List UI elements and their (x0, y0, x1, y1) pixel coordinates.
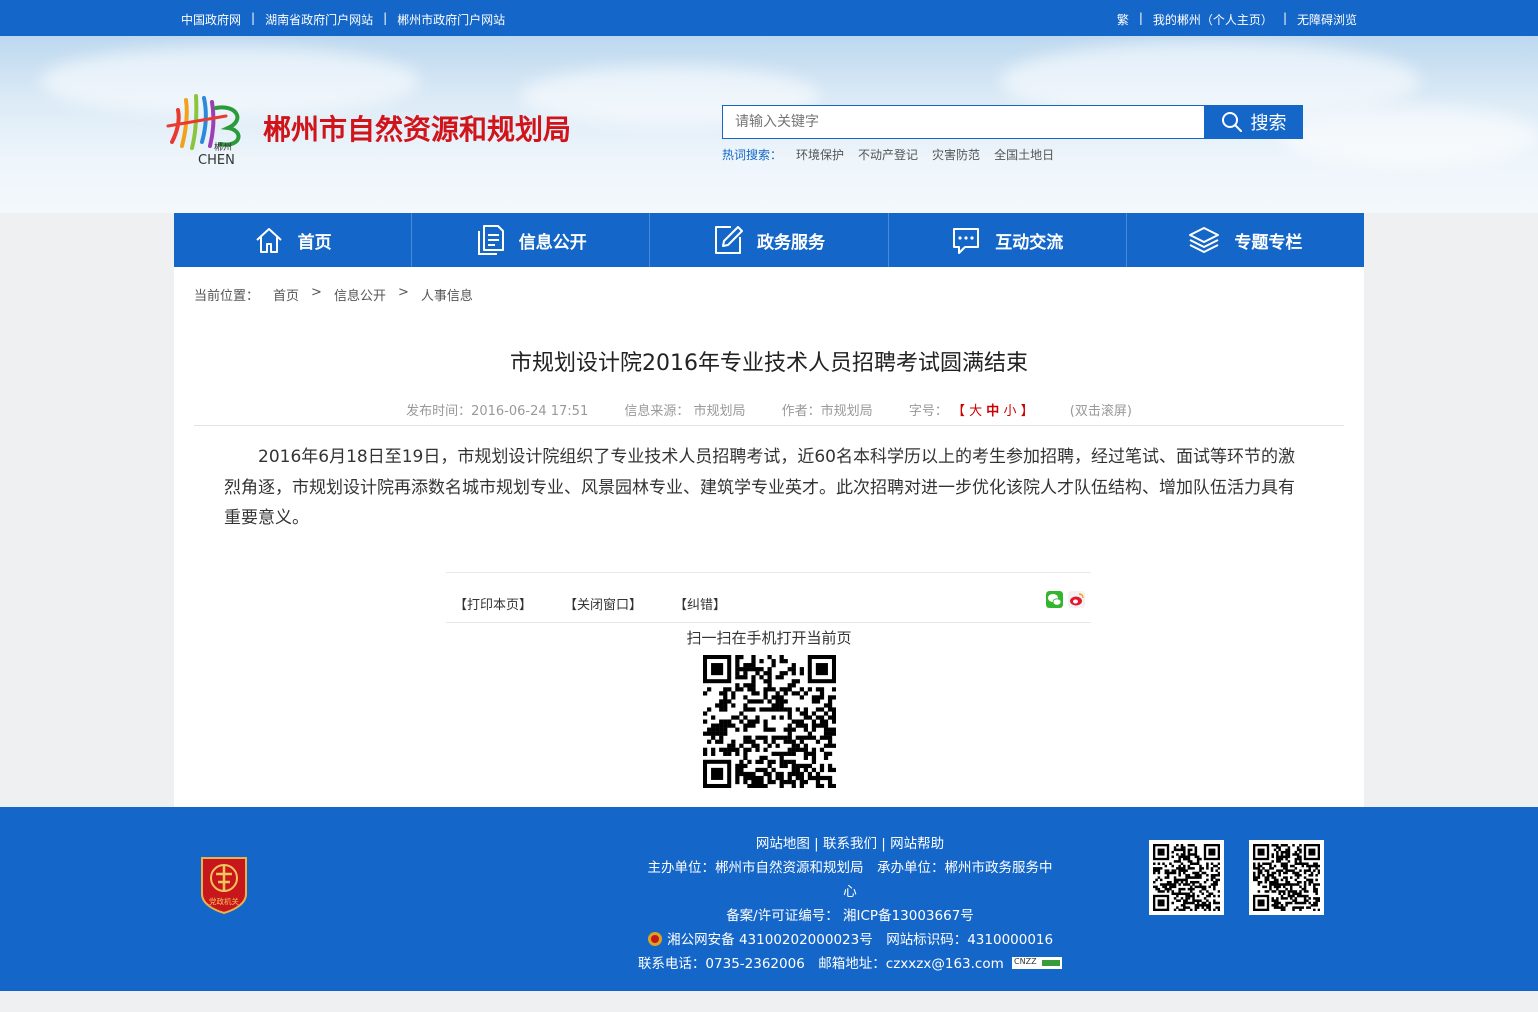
chat-icon (953, 228, 980, 254)
hot-word[interactable]: 全国土地日 (994, 146, 1054, 163)
link-china-gov[interactable]: 中国政府网 (181, 11, 241, 28)
font-medium-button[interactable]: 中 (986, 404, 999, 419)
link-traditional-chinese[interactable]: 繁 (1117, 11, 1129, 28)
print-button[interactable]: 【打印本页】 (454, 594, 532, 613)
svg-text:党政机关: 党政机关 (209, 896, 239, 906)
font-large-button[interactable]: 大 (969, 404, 982, 419)
link-chenzhou-gov[interactable]: 郴州市政府门户网站 (397, 11, 505, 28)
nav-label: 信息公开 (518, 232, 587, 253)
search-input[interactable] (723, 106, 1204, 138)
main-content: 当前位置： 首页 > 信息公开 > 人事信息 市规划设计院2016年专业技术人员… (174, 267, 1364, 807)
close-window-button[interactable]: 【关闭窗口】 (564, 594, 642, 613)
breadcrumb-personnel[interactable]: 人事信息 (421, 285, 473, 304)
hot-word[interactable]: 环境保护 (796, 146, 844, 163)
link-hunan-gov[interactable]: 湖南省政府门户网站 (265, 11, 373, 28)
police-badge-icon (647, 932, 662, 946)
correct-button[interactable]: 【纠错】 (674, 594, 726, 613)
search-icon (1221, 112, 1242, 132)
font-size-control: 字号： 【 大 中 小 】 (908, 404, 1034, 419)
article-author: 作者：市规划局 (781, 404, 873, 419)
breadcrumb-sep: > (311, 285, 322, 300)
footer-icp[interactable]: 备案/许可证编号： 湘ICP备13003667号 (630, 904, 1070, 924)
layers-icon (1189, 227, 1220, 253)
nav-item-home[interactable]: 首页 (174, 213, 413, 267)
wechat-share-icon[interactable] (1046, 591, 1063, 608)
document-icon (477, 225, 504, 255)
breadcrumb: 当前位置： 首页 > 信息公开 > 人事信息 (194, 285, 473, 304)
article-body: 2016年6月18日至19日，市规划设计院组织了专业技术人员招聘考试，近60名本… (224, 447, 1295, 528)
scan-hint: 扫一扫在手机打开当前页 (686, 629, 852, 647)
font-small-button[interactable]: 小 (1003, 404, 1016, 419)
nav-label: 互动交流 (995, 232, 1064, 253)
article-source: 信息来源： 市规划局 (624, 404, 746, 419)
wechat-qr-code (1149, 840, 1224, 915)
svg-text:郴州: 郴州 (214, 141, 232, 153)
nav-item-interaction[interactable]: 互动交流 (889, 213, 1127, 267)
main-nav: 首页 信息公开 政务服务 互动交流 专题专栏 (174, 213, 1364, 267)
search-button-label: 搜索 (1250, 113, 1287, 134)
nav-label: 首页 (297, 232, 332, 253)
page-qr-code (703, 655, 836, 788)
footer-contact: 联系电话：0735-2362006 邮箱地址：czxxzx@163.com CN… (630, 952, 1070, 972)
hot-words-label: 热词搜索： (722, 148, 783, 162)
cnzz-stats-icon[interactable]: CNZZ (1012, 957, 1063, 969)
top-left-links: 中国政府网 | 湖南省政府门户网站 | 郴州市政府门户网站 (181, 11, 506, 28)
nav-item-topics[interactable]: 专题专栏 (1127, 213, 1364, 267)
edit-icon (715, 226, 743, 254)
dblclick-scroll-hint: (双击滚屏) (1069, 404, 1132, 419)
site-logo[interactable]: 郴州 CHEN (166, 90, 250, 166)
nav-label: 专题专栏 (1234, 232, 1303, 253)
hot-word[interactable]: 不动产登记 (858, 146, 918, 163)
app-qr-code (1249, 840, 1324, 915)
svg-text:CHEN: CHEN (198, 153, 235, 166)
search-button[interactable]: 搜索 (1204, 105, 1303, 139)
breadcrumb-prefix: 当前位置： (194, 289, 260, 304)
footer-police[interactable]: 湘公网安备 43100202000023号 网站标识码：4310000016 (630, 928, 1070, 948)
search-box (722, 105, 1205, 139)
article-tools: 【打印本页】 【关闭窗口】 【纠错】 (446, 572, 1091, 623)
bottom-strip (0, 991, 1538, 1012)
nav-label: 政务服务 (757, 232, 825, 253)
publish-time: 发布时间：2016-06-24 17:51 (406, 404, 589, 419)
site-header: 郴州 CHEN 郴州市自然资源和规划局 搜索 热词搜索： 环境保护 不动产登记 … (0, 36, 1538, 213)
breadcrumb-info-public[interactable]: 信息公开 (334, 285, 386, 304)
nav-item-services[interactable]: 政务服务 (650, 213, 889, 267)
article-title: 市规划设计院2016年专业技术人员招聘考试圆满结束 (510, 351, 1028, 376)
party-gov-badge[interactable]: 党政机关 (198, 852, 250, 914)
cloud-decoration (1280, 106, 1538, 166)
font-size-label: 字号： (908, 404, 948, 419)
footer-links[interactable]: 网站地图 | 联系我们 | 网站帮助 (630, 832, 1070, 852)
site-footer: 党政机关 网站地图 | 联系我们 | 网站帮助 主办单位：郴州市自然资源和规划局… (0, 807, 1538, 991)
article-meta: 发布时间：2016-06-24 17:51 信息来源： 市规划局 作者：市规划局… (194, 391, 1344, 426)
hot-words: 热词搜索： 环境保护 不动产登记 灾害防范 全国土地日 (722, 146, 1054, 163)
weibo-share-icon[interactable] (1068, 591, 1085, 608)
link-my-chenzhou[interactable]: 我的郴州（个人主页） (1153, 11, 1273, 28)
top-bar: 中国政府网 | 湖南省政府门户网站 | 郴州市政府门户网站 繁 | 我的郴州（个… (0, 0, 1538, 36)
link-accessibility[interactable]: 无障碍浏览 (1297, 11, 1357, 28)
footer-host-cont: 心 (843, 884, 857, 900)
breadcrumb-sep: > (397, 285, 409, 300)
nav-item-info-public[interactable]: 信息公开 (412, 213, 651, 267)
home-icon (255, 228, 282, 253)
hot-word[interactable]: 灾害防范 (932, 146, 980, 163)
top-right-links: 繁 | 我的郴州（个人主页） | 无障碍浏览 (1116, 11, 1357, 28)
breadcrumb-home[interactable]: 首页 (273, 285, 299, 304)
footer-host: 主办单位：郴州市自然资源和规划局 承办单位：郴州市政务服务中 (647, 860, 1053, 876)
site-title: 郴州市自然资源和规划局 (263, 113, 572, 146)
